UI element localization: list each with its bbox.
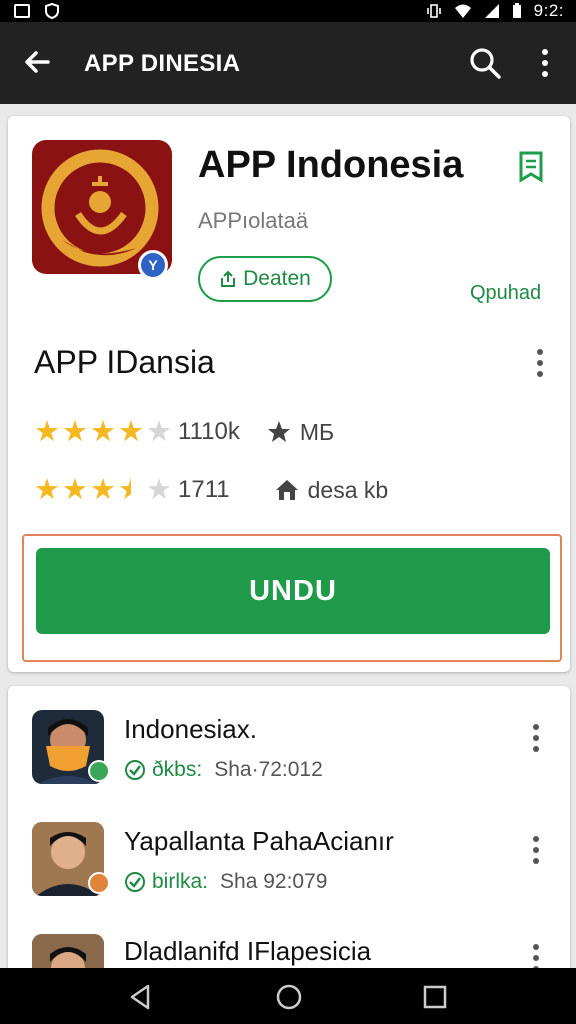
install-button[interactable]: UNDU bbox=[36, 548, 550, 634]
star-icon: ★ bbox=[62, 474, 88, 506]
green-link[interactable]: Qpuhad bbox=[470, 282, 541, 305]
status-time: 9:2: bbox=[533, 1, 564, 20]
app-bar: APP DINESIA bbox=[0, 22, 576, 104]
list-item-tag: birlka: bbox=[152, 870, 209, 893]
follow-button[interactable]: Deaten bbox=[198, 256, 332, 302]
developer-name[interactable]: APPıolataä bbox=[198, 208, 308, 234]
follow-label: Deaten bbox=[243, 267, 311, 290]
rating-row: ★ ★ ★ ★ ★ 1110k MБ bbox=[34, 414, 334, 450]
size-text: MБ bbox=[299, 418, 335, 445]
status-bar: 9:2: bbox=[0, 0, 576, 22]
image-icon bbox=[14, 4, 30, 18]
list-item-tag: ðkbs: bbox=[152, 758, 203, 781]
check-circle-icon bbox=[125, 872, 145, 892]
star-icon: ★ bbox=[146, 474, 172, 506]
share-icon bbox=[221, 270, 236, 287]
app-detail-card: Y APP Indonesia APPıolataä Deaten Qpuhad… bbox=[8, 116, 570, 672]
star-icon: ★ bbox=[34, 474, 60, 506]
search-icon[interactable] bbox=[466, 44, 504, 82]
back-arrow-icon[interactable] bbox=[20, 44, 56, 80]
recents-square-icon[interactable] bbox=[420, 982, 450, 1012]
battery-icon bbox=[512, 3, 521, 18]
vibrate-icon bbox=[426, 4, 441, 18]
star-rating: ★ ★ ★ ★ ★ bbox=[34, 475, 172, 505]
star-icon: ★ bbox=[62, 416, 88, 448]
list-item-name: Dladlanifd IFlapesicia bbox=[124, 936, 372, 966]
wifi-icon bbox=[454, 4, 471, 18]
list-item-name: Indonesiax. bbox=[124, 714, 257, 744]
list-item[interactable]: Yapallanta PahaAcianır birlka: Sha 92:07… bbox=[8, 822, 570, 934]
category-text: desa kb bbox=[307, 476, 389, 503]
app-subtitle: APP IDansia bbox=[34, 344, 215, 380]
list-item-meta: birlka: Sha 92:079 bbox=[124, 870, 327, 894]
signal-icon bbox=[484, 4, 499, 18]
star-icon: ★ bbox=[118, 416, 144, 448]
status-badge-icon bbox=[88, 872, 110, 894]
list-item-meta: ðkbs: Sha·72:012 bbox=[124, 758, 323, 782]
star-icon: ★ bbox=[90, 474, 116, 506]
rating-count: 1110k bbox=[178, 418, 240, 445]
home-icon bbox=[275, 480, 298, 500]
card-more-icon[interactable] bbox=[535, 349, 545, 379]
rating-row: ★ ★ ★ ★ ★ 1711 desa kb bbox=[34, 472, 388, 508]
star-icon: ★ bbox=[34, 416, 60, 448]
check-circle-icon bbox=[125, 760, 145, 780]
list-item-info: Sha 92:079 bbox=[220, 870, 328, 893]
home-circle-icon[interactable] bbox=[274, 982, 304, 1012]
more-vert-icon[interactable] bbox=[532, 44, 558, 82]
shield-icon bbox=[45, 3, 59, 19]
app-name: APP Indonesia bbox=[198, 144, 464, 186]
online-badge-icon bbox=[88, 760, 110, 782]
page-title: APP DINESIA bbox=[84, 50, 241, 77]
star-rating: ★ ★ ★ ★ ★ bbox=[34, 417, 172, 447]
list-item-name: Yapallanta PahaAcianır bbox=[124, 826, 394, 856]
verified-badge-icon: Y bbox=[138, 250, 168, 280]
install-highlight: UNDU bbox=[22, 534, 562, 662]
back-triangle-icon[interactable] bbox=[126, 982, 156, 1012]
rating-count: 1711 bbox=[178, 476, 230, 503]
wishlist-bookmark-icon[interactable] bbox=[516, 150, 546, 184]
item-more-icon[interactable] bbox=[531, 836, 541, 866]
list-item[interactable]: Indonesiax. ðkbs: Sha·72:012 bbox=[8, 710, 570, 822]
star-half-icon: ★ bbox=[118, 474, 144, 506]
related-list-card: Indonesiax. ðkbs: Sha·72:012 Yapallanta … bbox=[8, 686, 570, 976]
list-item-info: Sha·72:012 bbox=[214, 758, 323, 781]
system-nav-bar bbox=[0, 968, 576, 1024]
star-badge-icon bbox=[267, 421, 290, 442]
star-icon: ★ bbox=[90, 416, 116, 448]
star-icon: ★ bbox=[146, 416, 172, 448]
item-more-icon[interactable] bbox=[531, 724, 541, 754]
